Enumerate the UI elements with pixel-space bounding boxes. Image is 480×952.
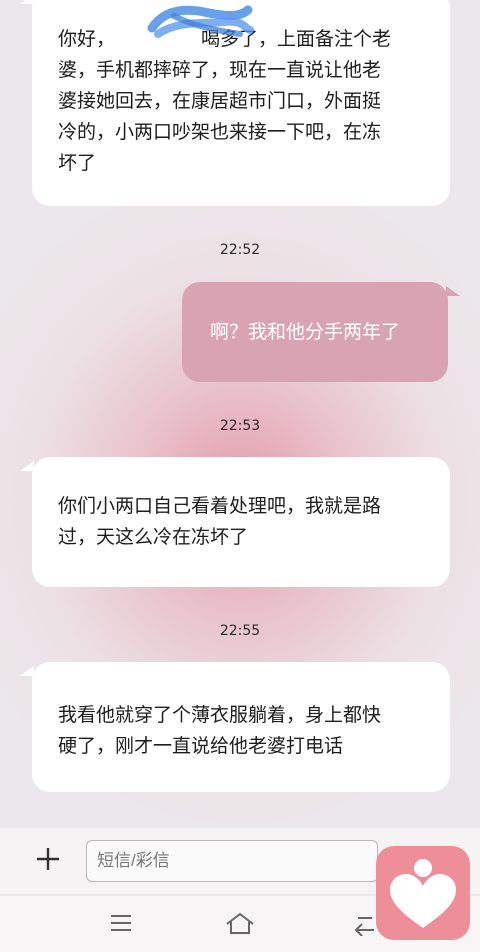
message-line: 过，天这么冷在冻坏了 [58, 526, 249, 548]
message-line: 我看他就穿了个薄衣服躺着，身上都快 [58, 704, 382, 726]
incoming-message-3[interactable]: 我看他就穿了个薄衣服躺着，身上都快 硬了，刚才一直说给他老婆打电话 [20, 662, 450, 792]
message-line: 婆接她回去，在康居超市门口，外面挺 [58, 90, 382, 112]
floating-app-button[interactable] [376, 846, 470, 940]
timestamp: 22:55 [219, 623, 261, 639]
message-line: 坏了 [58, 152, 97, 174]
outgoing-message[interactable]: 啊？我和他分手两年了 [182, 282, 460, 382]
plus-icon[interactable] [34, 845, 62, 873]
home-icon[interactable] [224, 912, 256, 936]
message-line: 婆，手机都摔碎了，现在一直说让他老 [58, 59, 382, 81]
menu-icon[interactable] [109, 912, 133, 934]
message-line: 冷的，小两口吵架也来接一下吧，在冻 [58, 121, 382, 143]
incoming-message-1[interactable]: 你好， 喝多了，上面备注个老 婆，手机都摔碎了，现在一直说让他老 婆接她回去，在康… [20, 0, 450, 206]
back-icon[interactable] [352, 912, 376, 936]
timestamp: 22:53 [219, 418, 261, 434]
message-text: 啊？我和他分手两年了 [210, 320, 401, 343]
heart-person-icon [390, 859, 456, 928]
incoming-message-2[interactable]: 你们小两口自己看着处理吧，我就是路 过，天这么冷在冻坏了 [20, 457, 450, 587]
message-line: 硬了，刚才一直说给他老婆打电话 [58, 735, 344, 757]
message-input[interactable] [86, 840, 378, 882]
message-line: 你们小两口自己看着处理吧，我就是路 [58, 495, 382, 517]
timestamp: 22:52 [219, 242, 261, 258]
redaction-scribble [147, 5, 254, 38]
